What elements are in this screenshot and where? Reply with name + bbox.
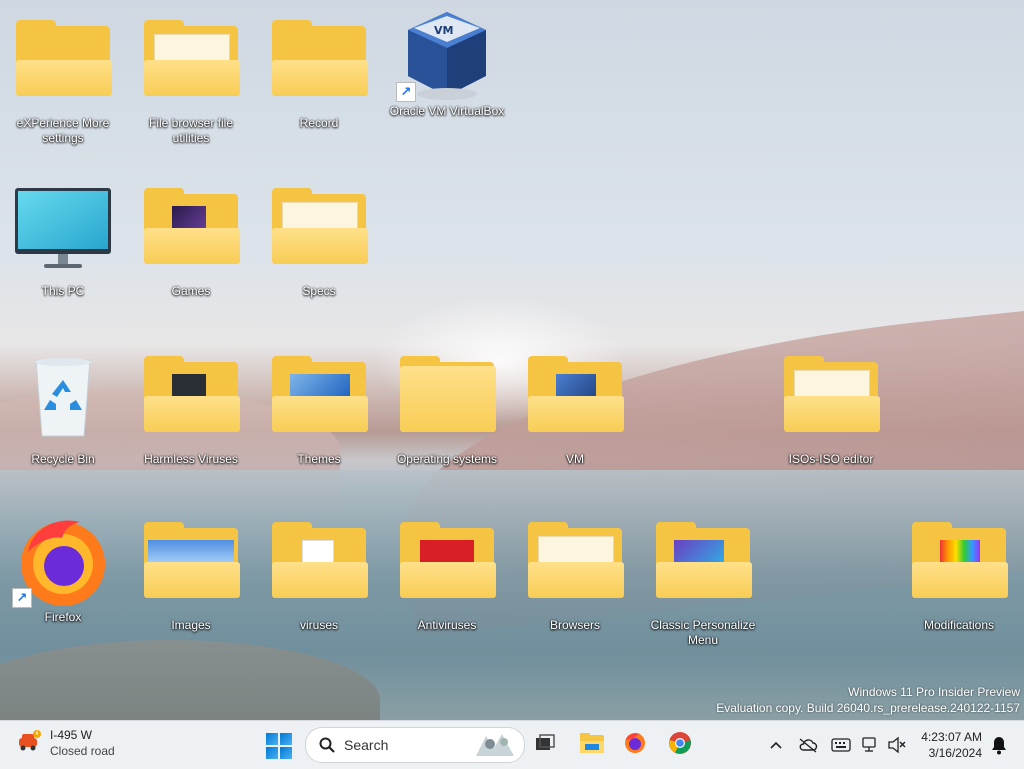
firefox-icon [623,731,647,760]
desktop-icon-label: File browser file utilities [148,116,234,145]
bell-icon[interactable] [990,735,1008,755]
keyboard-icon[interactable] [828,731,854,759]
search-box[interactable]: Search [305,727,525,763]
desktop-icon-label: Themes [297,452,341,466]
search-placeholder: Search [344,737,389,753]
desktop-icon-label: Recycle Bin [31,452,95,466]
taskbar-clock[interactable]: 4:23:07 AM 3/16/2024 [921,729,982,761]
file-explorer-icon [579,732,605,759]
desktop-icon-images[interactable]: Images [128,516,254,633]
windows-watermark: Windows 11 Pro Insider Preview Evaluatio… [716,684,1020,716]
desktop-icon-firefox[interactable]: ↗ Firefox [0,512,126,625]
desktop-icon-label: eXPerience More settings [16,116,110,145]
task-view-button[interactable] [528,729,562,761]
desktop-icon-antiviruses[interactable]: Antiviruses [384,516,510,633]
desktop-icon-file-browser-file-utilities[interactable]: File browser file utilities [128,14,254,146]
task-view-icon [534,733,556,758]
network-icon[interactable] [858,731,884,759]
recycle-bin-icon [14,356,112,438]
desktop-icon-label: Oracle VM VirtualBox [389,104,505,118]
desktop-icon-label: Games [171,284,211,298]
desktop-icon-browsers[interactable]: Browsers [512,516,638,633]
search-icon [318,736,336,754]
volume-muted-icon[interactable] [884,731,910,759]
desktop-icon-themes[interactable]: Themes [256,350,382,467]
chevron-up-icon[interactable] [763,731,789,759]
cloud-off-icon[interactable] [795,731,821,759]
shortcut-arrow-icon: ↗ [12,588,32,608]
desktop-icon-label: viruses [299,618,338,632]
desktop-icon-label: Modifications [923,618,995,632]
weather-widget[interactable]: I-495 W Closed road [16,727,115,759]
weather-title: I-495 W [50,728,93,742]
traffic-car-icon [16,728,42,759]
desktop-icon-vm[interactable]: VM [512,350,638,467]
desktop-icon-record[interactable]: Record [256,14,382,131]
watermark-line-2: Evaluation copy. Build 26040.rs_prerelea… [716,701,1020,715]
desktop-icon-isos-iso-editor[interactable]: ISOs-ISO editor [768,350,894,467]
taskbar: I-495 W Closed road Search 4:23:07 AM 3/… [0,720,1024,769]
file-explorer-button[interactable] [575,729,609,761]
desktop-icon-oracle-vm-virtualbox[interactable]: VM ↗ Oracle VM VirtualBox [384,6,510,119]
desktop-icon-modifications[interactable]: Modifications [896,516,1022,633]
search-highlight-icon [472,730,518,760]
desktop-icon-specs[interactable]: Specs [256,182,382,299]
desktop-icon-label: Record [299,116,339,130]
desktop-icon-recycle-bin[interactable]: Recycle Bin [0,350,126,467]
chrome-icon [668,731,692,760]
desktop-icon-label: Images [171,618,211,632]
firefox-taskbar-button[interactable] [618,729,652,761]
windows-start-icon[interactable] [266,733,292,759]
desktop-icon-label: Harmless Viruses [144,452,238,466]
desktop-icon-label: This PC [41,284,85,298]
desktop-icon-label: Classic Personalize Menu [650,618,756,647]
virtualbox-icon: VM ↗ [396,6,496,102]
desktop-icon-label: Specs [302,284,336,298]
desktop-background: eXPerience More settings File browser fi… [0,0,1024,720]
monitor-icon [14,188,112,270]
desktop-icon-viruses[interactable]: viruses [256,516,382,633]
weather-subtitle: Closed road [50,744,115,758]
firefox-icon: ↗ [12,512,112,608]
desktop-icon-this-pc[interactable]: This PC [0,182,126,299]
desktop-icon-label: Firefox [44,610,82,624]
desktop-icon-label: ISOs-ISO editor [788,452,874,466]
desktop-icon-operating-systems[interactable]: Operating systems [384,350,510,467]
desktop-icon-label: Operating systems [396,452,498,466]
clock-date: 3/16/2024 [928,746,982,760]
watermark-line-1: Windows 11 Pro Insider Preview [848,685,1020,699]
clock-time: 4:23:07 AM [921,730,982,744]
desktop-icon-label: VM [566,452,584,466]
chrome-taskbar-button[interactable] [663,729,697,761]
desktop-icon-experience-more-settings[interactable]: eXPerience More settings [0,14,126,146]
svg-text:VM: VM [434,24,453,37]
shortcut-arrow-icon: ↗ [396,82,416,102]
desktop-icon-games[interactable]: Games [128,182,254,299]
desktop-icon-label: Antiviruses [417,618,477,632]
desktop-icon-harmless-viruses[interactable]: Harmless Viruses [128,350,254,467]
desktop-icon-label: Browsers [549,618,600,632]
desktop-icon-classic-personalize-menu[interactable]: Classic Personalize Menu [640,516,766,648]
